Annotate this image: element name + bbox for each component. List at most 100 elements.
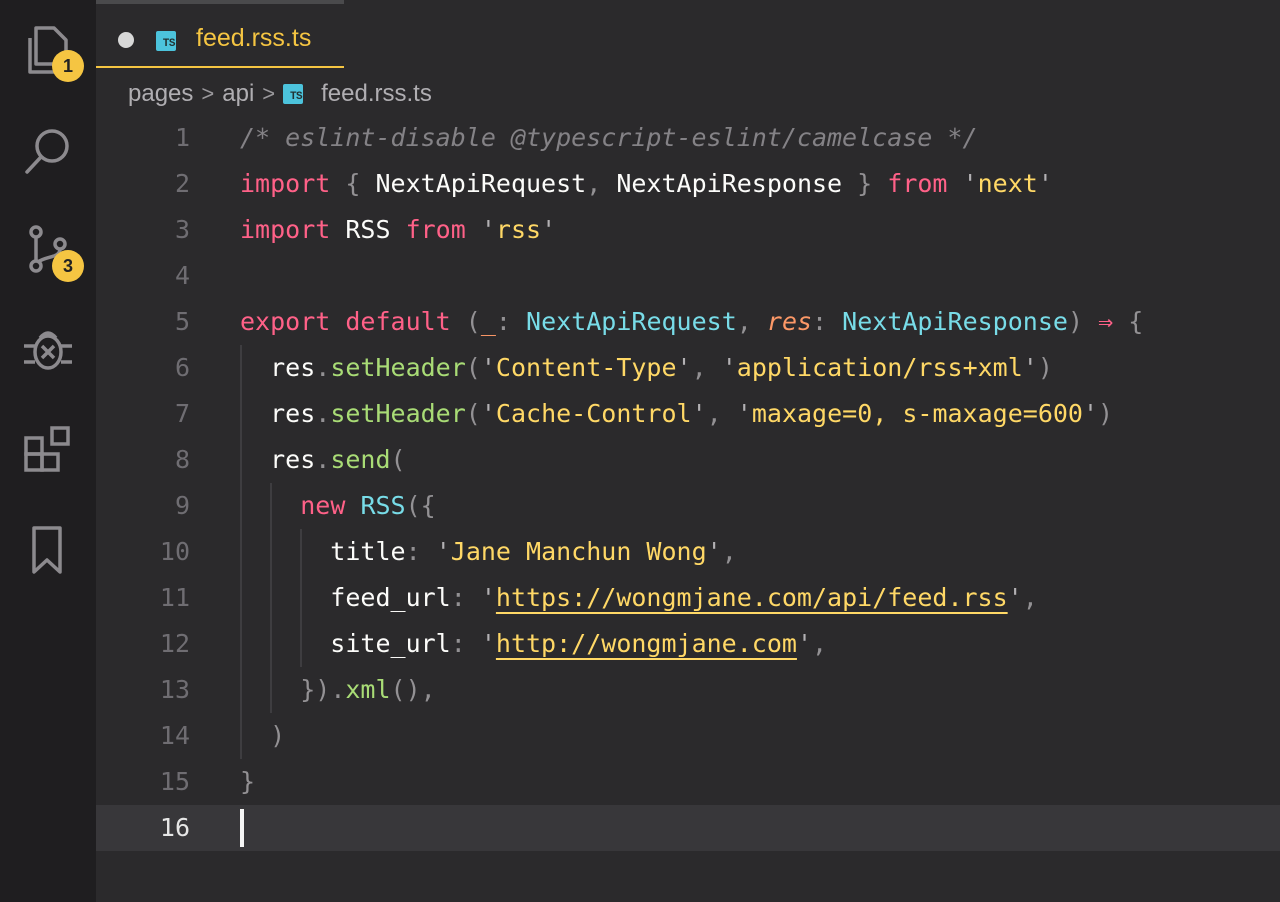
breadcrumb-item-file[interactable]: feed.rss.ts — [321, 80, 432, 108]
code-line[interactable]: 14 ) — [96, 713, 1280, 759]
line-number: 6 — [174, 353, 190, 382]
code-token: ' — [435, 537, 451, 566]
unsaved-dot-icon[interactable] — [118, 32, 134, 48]
code-token: . — [315, 445, 331, 474]
code-token: import — [240, 169, 331, 198]
code-token: ' — [1022, 353, 1038, 382]
extensions-button[interactable] — [0, 400, 96, 500]
code-line[interactable]: 6 res.setHeader('Content-Type', 'applica… — [96, 345, 1280, 391]
code-token: from — [887, 169, 948, 198]
code-text: } — [240, 759, 255, 805]
code-line[interactable]: 5 export default (_: NextApiRequest, res:… — [96, 299, 1280, 345]
code-line[interactable]: 3 import RSS from 'rss' — [96, 207, 1280, 253]
code-token: send — [330, 445, 391, 474]
activity-bar: 1 3 — [0, 0, 96, 902]
code-token: NextApiResponse — [601, 169, 858, 198]
breadcrumb-item-api[interactable]: api — [222, 80, 254, 108]
breadcrumb-item-pages[interactable]: pages — [128, 80, 193, 108]
code-line[interactable]: 2 import { NextApiRequest, NextApiRespons… — [96, 161, 1280, 207]
code-token: ' — [480, 215, 496, 244]
code-token: default — [345, 307, 451, 336]
code-token: new — [300, 491, 346, 520]
code-token: from — [405, 215, 466, 244]
code-text: ) — [240, 713, 285, 759]
code-text: export default (_: NextApiRequest, res: … — [240, 299, 1143, 345]
search-icon — [25, 129, 69, 174]
code-token: Cache-Control — [495, 399, 692, 428]
code-token: ' — [480, 583, 496, 612]
code-line[interactable]: 4 — [96, 253, 1280, 299]
code-token: ' — [691, 399, 707, 428]
code-token: : — [495, 307, 511, 336]
code-token: ' — [962, 169, 978, 198]
tab-bar: TS feed.rss.ts — [96, 0, 1280, 70]
editor-area: TS feed.rss.ts pages > api > TS feed.rss… — [96, 0, 1280, 902]
code-token: export — [240, 307, 331, 336]
code-line[interactable]: 8 res.send( — [96, 437, 1280, 483]
code-token: ' — [1037, 169, 1053, 198]
bookmarks-button[interactable] — [0, 500, 96, 600]
search-button[interactable] — [0, 100, 96, 200]
line-number: 15 — [159, 767, 190, 796]
code-token: https://wongmjane.com/api/feed.rss — [495, 583, 1008, 612]
code-line[interactable]: 1 /* eslint-disable @typescript-eslint/ca… — [96, 115, 1280, 161]
code-line[interactable]: 7 res.setHeader('Cache-Control', 'maxage… — [96, 391, 1280, 437]
line-number: 16 — [159, 813, 190, 842]
code-token: , — [736, 307, 752, 336]
code-token: . — [315, 399, 331, 428]
typescript-file-icon: TS — [283, 84, 304, 104]
code-token: : — [450, 583, 466, 612]
code-token: res — [240, 399, 316, 428]
code-text: import RSS from 'rss' — [240, 207, 556, 253]
line-number: 4 — [174, 261, 190, 290]
code-token: ( — [465, 353, 481, 382]
extensions-icon — [24, 426, 70, 472]
code-line[interactable]: 16 — [96, 805, 1280, 851]
code-token: ⇒ — [1098, 307, 1114, 336]
code-token: ' — [480, 629, 496, 658]
code-token: http://wongmjane.com — [495, 629, 797, 658]
code-token: setHeader — [330, 353, 466, 382]
code-token: maxage=0, s-maxage=600 — [751, 399, 1083, 428]
source-control-button[interactable]: 3 — [0, 200, 96, 300]
debug-button[interactable] — [0, 300, 96, 400]
code-token: res — [766, 307, 813, 336]
line-number: 5 — [174, 307, 190, 336]
code-token: { — [1128, 307, 1144, 336]
code-line[interactable]: 15} — [96, 759, 1280, 805]
code-token: rss — [495, 215, 542, 244]
indent-guide — [240, 345, 242, 759]
code-token: , — [721, 537, 737, 566]
code-text: site_url: 'http://wongmjane.com', — [240, 621, 827, 667]
code-token: ' — [736, 399, 752, 428]
line-number: 14 — [159, 721, 190, 750]
code-line[interactable]: 10 title: 'Jane Manchun Wong', — [96, 529, 1280, 575]
indent-guide — [300, 529, 302, 667]
code-token: ' — [676, 353, 692, 382]
code-token: : — [405, 537, 421, 566]
code-token: RSS — [360, 491, 406, 520]
code-editor[interactable]: 1 /* eslint-disable @typescript-eslint/ca… — [96, 115, 1280, 851]
line-number: 13 — [159, 675, 190, 704]
code-text: res.setHeader('Content-Type', 'applicati… — [240, 345, 1053, 391]
code-line[interactable]: 12 site_url: 'http://wongmjane.com', — [96, 621, 1280, 667]
explorer-badge: 1 — [52, 50, 84, 82]
code-token: ' — [1007, 583, 1023, 612]
tab-feed-rss-ts[interactable]: TS feed.rss.ts — [96, 0, 344, 68]
code-token: xml — [345, 675, 391, 704]
code-text: title: 'Jane Manchun Wong', — [240, 529, 737, 575]
code-line[interactable]: 13 }).xml(), — [96, 667, 1280, 713]
code-line[interactable]: 11 feed_url: 'https://wongmjane.com/api/… — [96, 575, 1280, 621]
code-token: , — [586, 169, 602, 198]
explorer-button[interactable]: 1 — [0, 0, 96, 100]
code-line[interactable]: 9 new RSS({ — [96, 483, 1280, 529]
code-token: Jane Manchun Wong — [450, 537, 707, 566]
